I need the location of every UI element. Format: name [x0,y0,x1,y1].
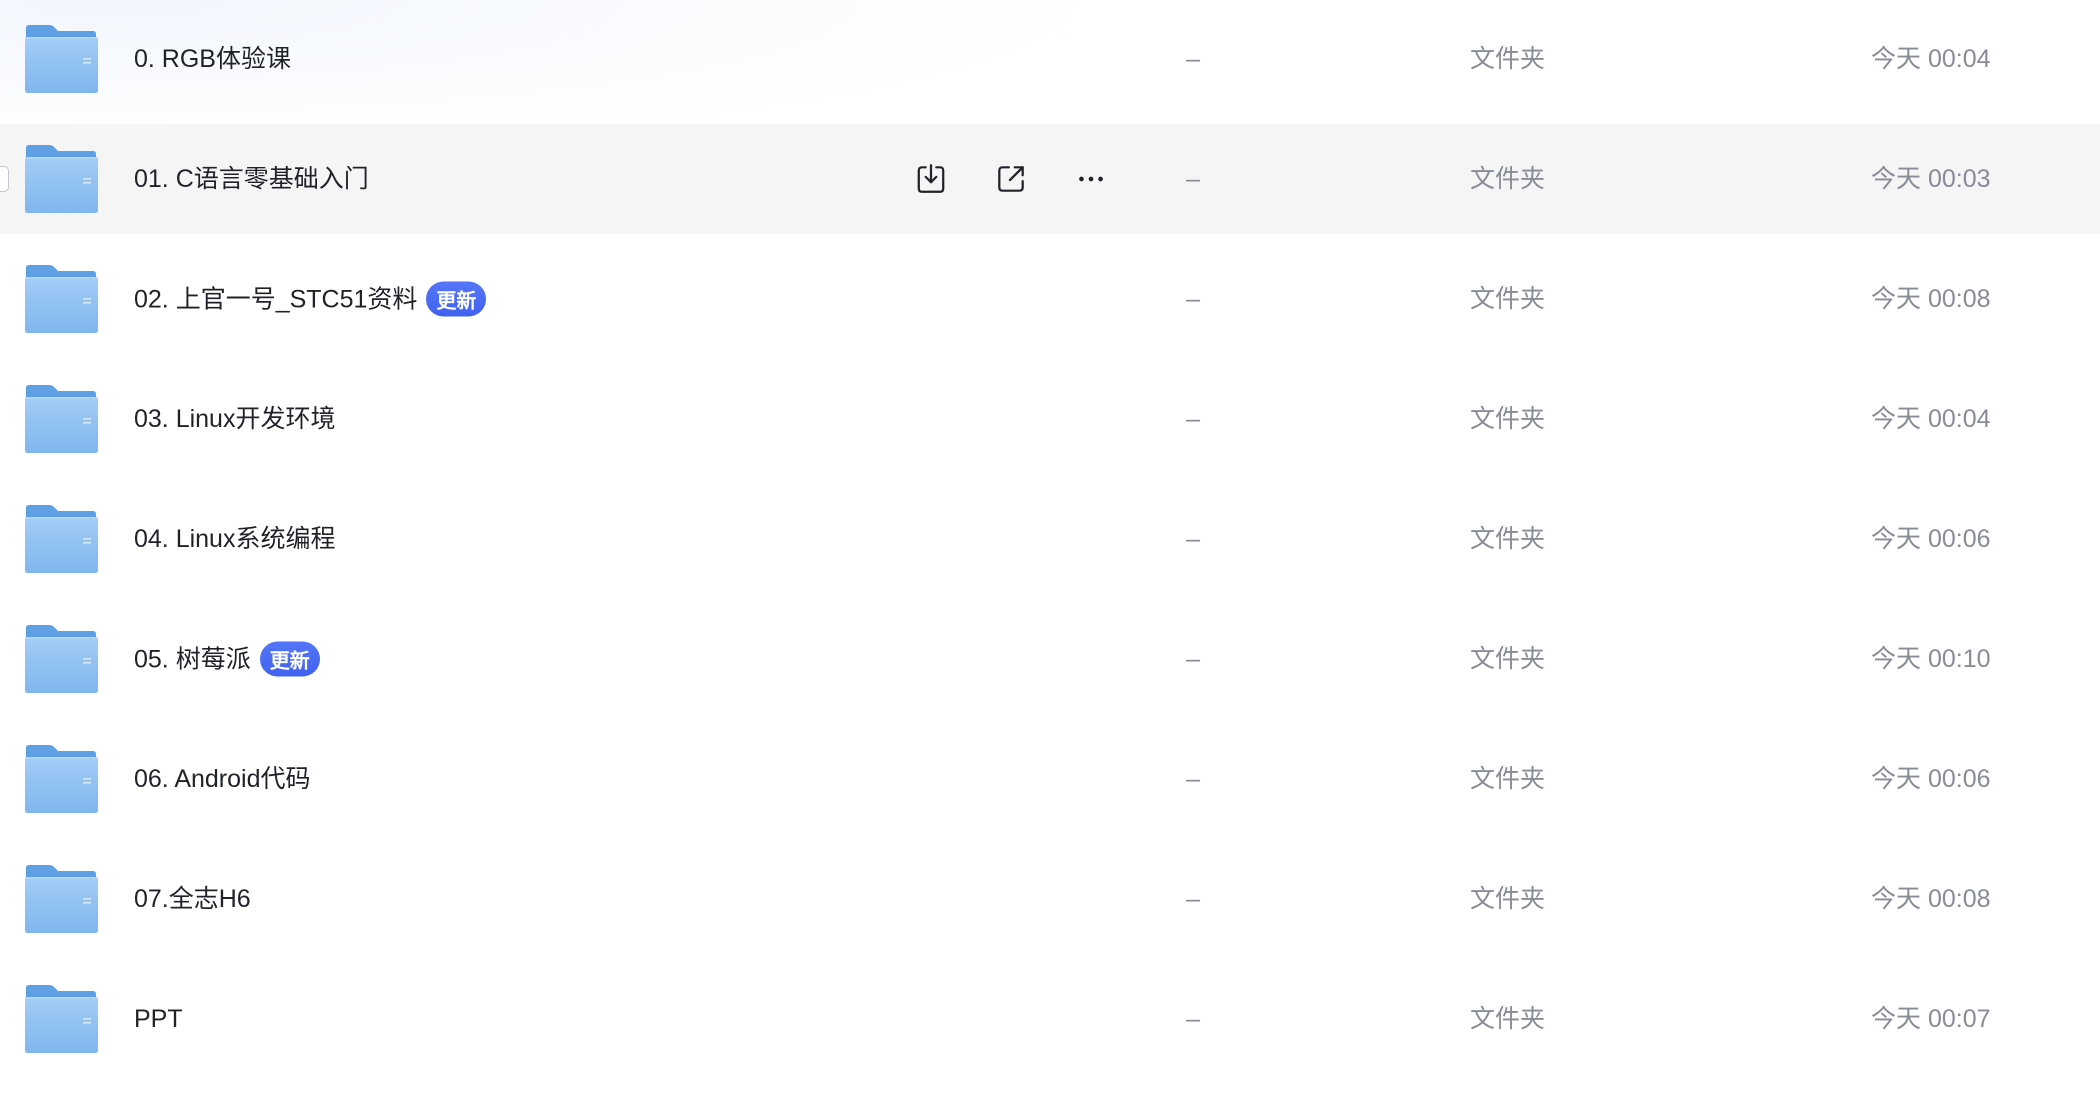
file-type: 文件夹 [1470,525,1546,553]
modified-time: 今天 00:04 [1871,45,1991,73]
folder-icon[interactable] [25,745,98,813]
file-name[interactable]: 03. Linux开发环境 [134,404,335,434]
file-type: 文件夹 [1470,405,1546,433]
modified-time: 今天 00:06 [1871,765,1991,793]
file-list: 0. RGB体验课 – 文件夹 今天 00:04 01. C语言零基础入门 – … [0,0,2100,1084]
file-name[interactable]: 0. RGB体验课 [134,44,291,74]
modified-time: 今天 00:03 [1871,165,1991,193]
file-row[interactable]: 02. 上官一号_STC51资料 更新 – 文件夹 今天 00:08 [0,244,2100,354]
file-row[interactable]: 03. Linux开发环境 – 文件夹 今天 00:04 [0,364,2100,474]
file-name-cell: 07.全志H6 [134,884,251,914]
modified-time: 今天 00:08 [1871,885,1991,913]
folder-icon[interactable] [25,145,98,213]
file-type: 文件夹 [1470,285,1546,313]
file-row[interactable]: PPT – 文件夹 今天 00:07 [0,964,2100,1074]
folder-icon[interactable] [25,865,98,933]
file-name-cell: 02. 上官一号_STC51资料 更新 [134,281,487,317]
download-icon[interactable] [914,162,948,196]
file-size: – [1186,885,1200,913]
file-type: 文件夹 [1470,645,1546,673]
update-badge: 更新 [426,281,487,317]
file-size: – [1186,1005,1200,1033]
folder-icon[interactable] [25,25,98,93]
modified-time: 今天 00:10 [1871,645,1991,673]
share-icon[interactable] [994,162,1028,196]
modified-time: 今天 00:07 [1871,1005,1991,1033]
file-name-cell: 0. RGB体验课 [134,44,291,74]
file-name[interactable]: 06. Android代码 [134,764,311,794]
file-name-cell: 05. 树莓派 更新 [134,641,320,677]
folder-icon[interactable] [25,625,98,693]
modified-time: 今天 00:06 [1871,525,1991,553]
file-size: – [1186,165,1200,193]
file-name-cell: 01. C语言零基础入门 [134,164,369,194]
file-name[interactable]: 07.全志H6 [134,884,251,914]
file-row[interactable]: 0. RGB体验课 – 文件夹 今天 00:04 [0,4,2100,114]
file-size: – [1186,765,1200,793]
file-size: – [1186,405,1200,433]
file-name-cell: 03. Linux开发环境 [134,404,335,434]
file-type: 文件夹 [1470,45,1546,73]
more-icon[interactable] [1074,162,1108,196]
modified-time: 今天 00:08 [1871,285,1991,313]
file-type: 文件夹 [1470,885,1546,913]
folder-icon[interactable] [25,985,98,1053]
update-badge: 更新 [259,641,320,677]
file-name[interactable]: 02. 上官一号_STC51资料 [134,284,417,314]
file-name[interactable]: PPT [134,1004,183,1034]
file-row[interactable]: 05. 树莓派 更新 – 文件夹 今天 00:10 [0,604,2100,714]
folder-icon[interactable] [25,505,98,573]
file-type: 文件夹 [1470,165,1546,193]
file-size: – [1186,45,1200,73]
file-name[interactable]: 01. C语言零基础入门 [134,164,369,194]
folder-icon[interactable] [25,265,98,333]
row-checkbox[interactable] [0,166,9,192]
folder-icon[interactable] [25,385,98,453]
file-size: – [1186,525,1200,553]
file-row-hovered[interactable]: 01. C语言零基础入门 – 文件夹 今天 00:03 [0,124,2100,234]
file-row[interactable]: 07.全志H6 – 文件夹 今天 00:08 [0,844,2100,954]
file-name[interactable]: 04. Linux系统编程 [134,524,335,554]
file-name-cell: 04. Linux系统编程 [134,524,335,554]
file-type: 文件夹 [1470,765,1546,793]
modified-time: 今天 00:04 [1871,405,1991,433]
file-row[interactable]: 04. Linux系统编程 – 文件夹 今天 00:06 [0,484,2100,594]
file-name-cell: 06. Android代码 [134,764,311,794]
file-size: – [1186,645,1200,673]
file-row[interactable]: 06. Android代码 – 文件夹 今天 00:06 [0,724,2100,834]
file-name-cell: PPT [134,1004,183,1034]
file-size: – [1186,285,1200,313]
file-type: 文件夹 [1470,1005,1546,1033]
file-name[interactable]: 05. 树莓派 [134,644,251,674]
